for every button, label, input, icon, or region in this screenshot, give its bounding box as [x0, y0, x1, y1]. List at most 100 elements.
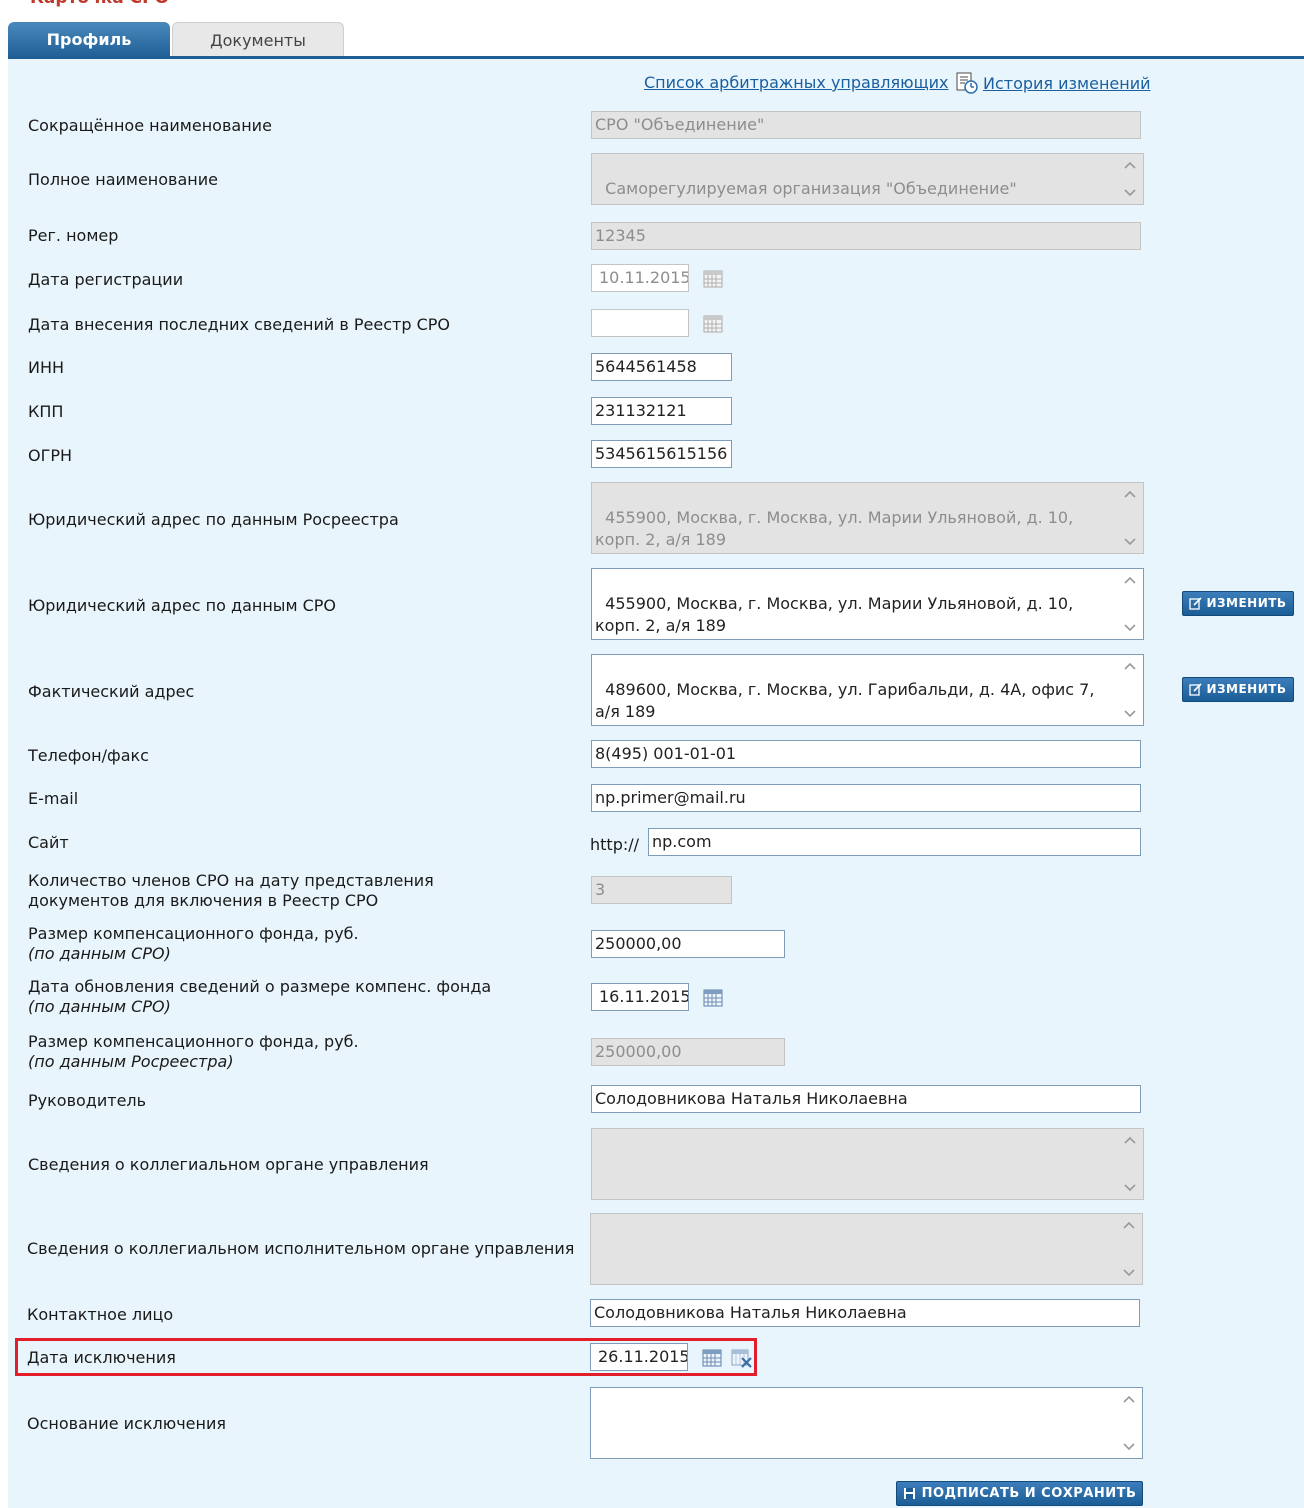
chevron-up-icon[interactable] — [1122, 1394, 1136, 1404]
edit-icon — [1189, 683, 1203, 696]
exclusion-reason-textarea[interactable] — [590, 1387, 1143, 1459]
chevron-up-icon[interactable] — [1123, 489, 1137, 499]
calendar-icon[interactable] — [702, 1349, 722, 1367]
inn-label: ИНН — [28, 358, 65, 377]
chevron-down-icon[interactable] — [1123, 1183, 1137, 1193]
inn-field[interactable]: 5644561458 — [591, 353, 732, 381]
ogrn-field[interactable]: 5345615615156 — [591, 440, 732, 468]
collegial-exec-body-label: Сведения о коллегиальном исполнительном … — [27, 1239, 575, 1258]
reg-number-label: Рег. номер — [28, 226, 119, 245]
edit-icon — [1189, 597, 1203, 610]
scrollbar[interactable] — [1121, 156, 1139, 202]
chevron-up-icon[interactable] — [1123, 575, 1137, 585]
actual-address-textarea[interactable]: 489600, Москва, г. Москва, ул. Гарибальд… — [591, 654, 1144, 726]
short-name-field[interactable]: СРО "Объединение" — [591, 111, 1141, 139]
chevron-up-icon[interactable] — [1123, 1135, 1137, 1145]
change-button-label: ИЗМЕНИТЬ — [1206, 596, 1287, 610]
chevron-up-icon[interactable] — [1123, 661, 1137, 671]
tab-profile[interactable]: Профиль — [8, 22, 170, 58]
chevron-down-icon[interactable] — [1123, 709, 1137, 719]
history-link[interactable]: История изменений — [983, 74, 1151, 93]
collegial-body-textarea[interactable] — [591, 1128, 1144, 1200]
contact-person-field[interactable]: Солодовникова Наталья Николаевна — [590, 1299, 1140, 1327]
chevron-up-icon[interactable] — [1123, 160, 1137, 170]
scrollbar[interactable] — [1121, 571, 1139, 637]
arbitration-managers-link[interactable]: Список арбитражных управляющих — [644, 73, 949, 92]
kpp-label: КПП — [28, 402, 64, 421]
comp-fund-update-date-field[interactable]: 16.11.2015 — [591, 983, 689, 1011]
comp-fund-sro-field[interactable]: 250000,00 — [591, 930, 785, 958]
comp-fund-rosreestr-label: Размер компенсационного фонда, руб. (по … — [28, 1032, 359, 1072]
scrollbar[interactable] — [1121, 1131, 1139, 1197]
site-label: Сайт — [28, 833, 69, 852]
history-icon[interactable] — [956, 72, 978, 94]
comp-fund-rosreestr-source: (по данным Росреестра) — [28, 1052, 234, 1071]
comp-fund-rosreestr-label-line2: (по данным Росреестра) — [28, 1052, 359, 1072]
reg-date-label: Дата регистрации — [28, 270, 184, 289]
last-registry-date-field[interactable] — [591, 309, 689, 337]
calendar-icon[interactable] — [703, 989, 723, 1007]
page-title: Карточка СРО — [30, 0, 169, 8]
legal-address-sro-label: Юридический адрес по данным СРО — [28, 596, 337, 615]
exclusion-date-field[interactable]: 26.11.2015 — [590, 1343, 688, 1371]
phone-field[interactable]: 8(495) 001-01-01 — [591, 740, 1141, 768]
calendar-icon[interactable] — [703, 270, 723, 288]
full-name-label: Полное наименование — [28, 170, 218, 189]
members-count-label-line1: Количество членов СРО на дату представле… — [28, 871, 434, 890]
scrollbar[interactable] — [1120, 1216, 1138, 1282]
legal-address-rosreestr-value: 455900, Москва, г. Москва, ул. Марии Уль… — [595, 508, 1079, 549]
save-icon — [903, 1488, 915, 1499]
short-name-label: Сокращённое наименование — [28, 116, 272, 135]
scrollbar[interactable] — [1121, 657, 1139, 723]
email-label: E-mail — [28, 789, 79, 808]
chevron-down-icon[interactable] — [1122, 1442, 1136, 1452]
scrollbar[interactable] — [1121, 485, 1139, 551]
chevron-up-icon[interactable] — [1122, 1220, 1136, 1230]
comp-fund-rosreestr-label-line1: Размер компенсационного фонда, руб. — [28, 1032, 359, 1051]
change-button-label: ИЗМЕНИТЬ — [1206, 682, 1287, 696]
phone-label: Телефон/факс — [28, 746, 149, 765]
comp-fund-sro-label-line2: (по данным СРО) — [28, 944, 359, 964]
chevron-down-icon[interactable] — [1123, 623, 1137, 633]
sign-and-save-label: ПОДПИСАТЬ И СОХРАНИТЬ — [921, 1486, 1137, 1501]
actual-address-label: Фактический адрес — [28, 682, 195, 701]
sign-and-save-button[interactable]: ПОДПИСАТЬ И СОХРАНИТЬ — [896, 1481, 1143, 1506]
clear-date-icon[interactable] — [731, 1347, 753, 1369]
full-name-value: Саморегулируемая организация "Объединени… — [605, 179, 1017, 198]
full-name-textarea[interactable]: Саморегулируемая организация "Объединени… — [591, 153, 1144, 205]
actual-address-value: 489600, Москва, г. Москва, ул. Гарибальд… — [595, 680, 1100, 721]
tab-documents[interactable]: Документы — [172, 22, 344, 58]
comp-fund-sro-label-line1: Размер компенсационного фонда, руб. — [28, 924, 359, 943]
reg-number-field[interactable]: 12345 — [591, 222, 1141, 250]
exclusion-date-label: Дата исключения — [27, 1348, 176, 1367]
legal-address-sro-textarea[interactable]: 455900, Москва, г. Москва, ул. Марии Уль… — [591, 568, 1144, 640]
email-field[interactable]: np.primer@mail.ru — [591, 784, 1141, 812]
change-actual-address-button[interactable]: ИЗМЕНИТЬ — [1182, 677, 1294, 702]
legal-address-rosreestr-textarea[interactable]: 455900, Москва, г. Москва, ул. Марии Уль… — [591, 482, 1144, 554]
comp-fund-update-date-label-line1: Дата обновления сведений о размере компе… — [28, 977, 492, 996]
site-field[interactable]: np.com — [648, 828, 1141, 856]
head-label: Руководитель — [28, 1091, 147, 1110]
last-registry-date-label: Дата внесения последних сведений в Реест… — [28, 315, 450, 334]
comp-fund-update-date-source: (по данным СРО) — [28, 997, 171, 1016]
collegial-exec-body-textarea[interactable] — [590, 1213, 1143, 1285]
calendar-icon[interactable] — [703, 315, 723, 333]
chevron-down-icon[interactable] — [1123, 537, 1137, 547]
head-field[interactable]: Солодовникова Наталья Николаевна — [591, 1085, 1141, 1113]
comp-fund-sro-source: (по данным СРО) — [28, 944, 171, 963]
chevron-down-icon[interactable] — [1123, 188, 1137, 198]
comp-fund-update-date-label-line2: (по данным СРО) — [28, 997, 491, 1017]
change-legal-address-button[interactable]: ИЗМЕНИТЬ — [1182, 591, 1294, 616]
site-prefix: http:// — [590, 835, 640, 854]
scrollbar[interactable] — [1120, 1390, 1138, 1456]
exclusion-reason-label: Основание исключения — [27, 1414, 226, 1433]
members-count-field[interactable]: 3 — [591, 876, 732, 904]
reg-date-field[interactable]: 10.11.2015 — [591, 264, 689, 292]
collegial-body-label: Сведения о коллегиальном органе управлен… — [28, 1155, 429, 1174]
members-count-label: Количество членов СРО на дату представле… — [28, 871, 434, 911]
comp-fund-sro-label: Размер компенсационного фонда, руб. (по … — [28, 924, 359, 964]
comp-fund-rosreestr-field[interactable]: 250000,00 — [591, 1038, 785, 1066]
legal-address-rosreestr-label: Юридический адрес по данным Росреестра — [28, 510, 399, 529]
chevron-down-icon[interactable] — [1122, 1268, 1136, 1278]
kpp-field[interactable]: 231132121 — [591, 397, 732, 425]
